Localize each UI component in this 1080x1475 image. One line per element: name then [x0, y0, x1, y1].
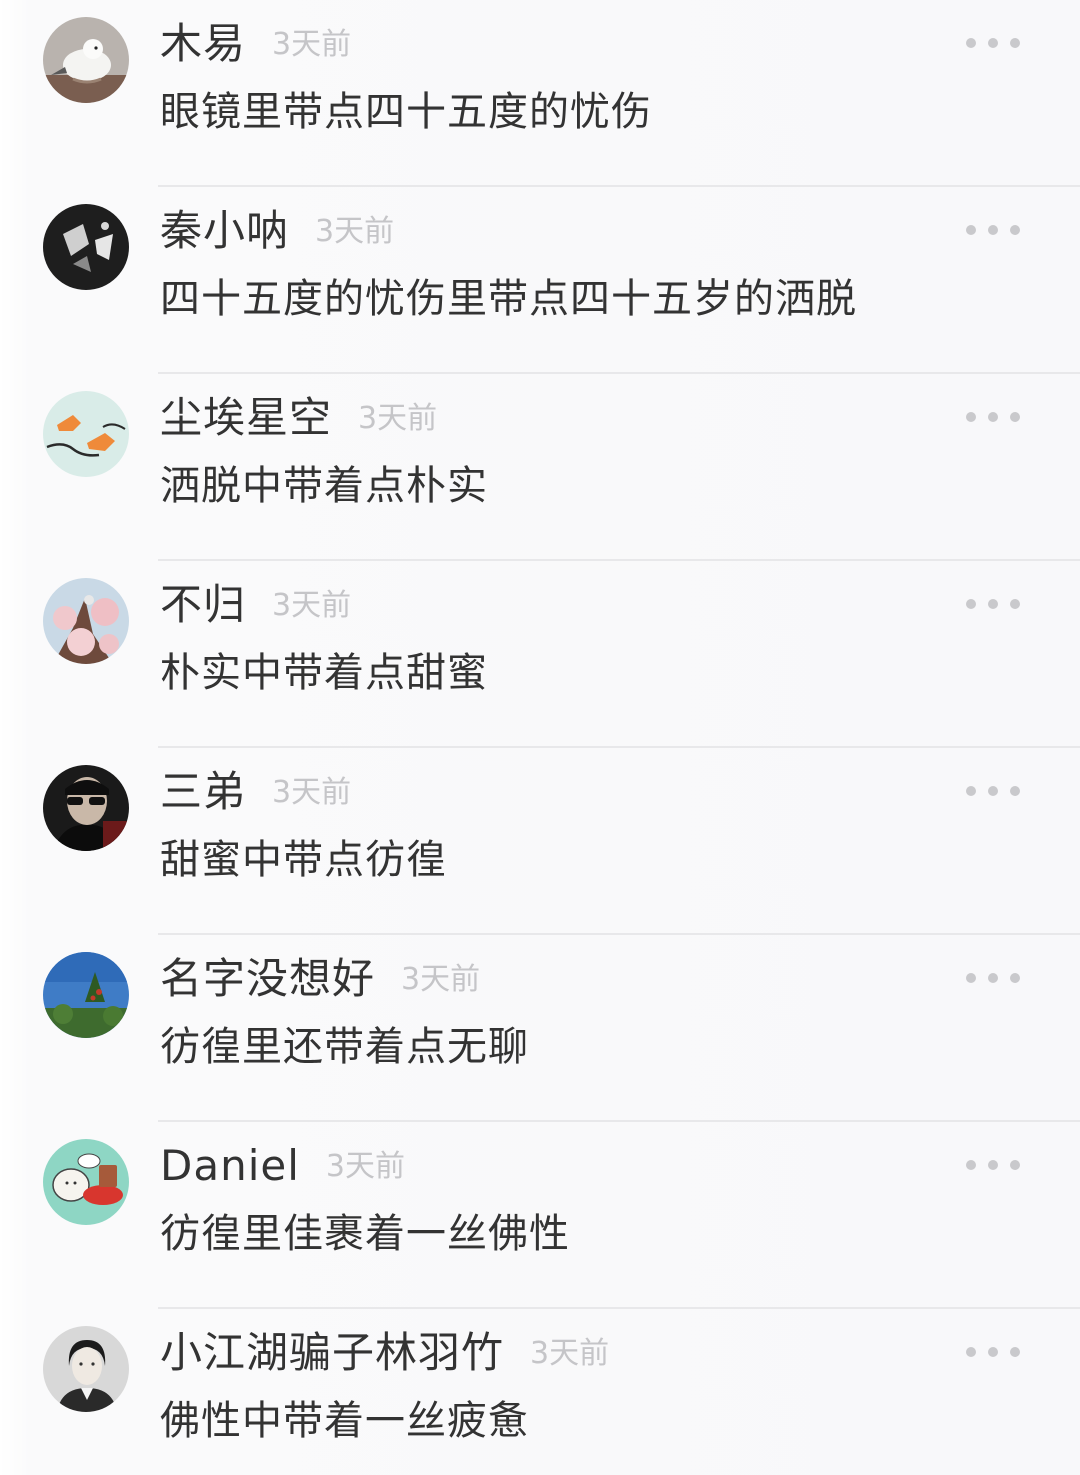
comment-text: 眼镜里带点四十五度的忧伤 [160, 89, 652, 135]
comment-text: 甜蜜中带点彷徨 [160, 837, 447, 883]
comment-item: 尘埃星空 3天前 洒脱中带着点朴实 [0, 374, 1080, 561]
timestamp: 3天前 [272, 588, 352, 623]
timestamp: 3天前 [401, 962, 481, 997]
timestamp: 3天前 [315, 214, 395, 249]
username[interactable]: 三弟 3天前 [160, 766, 351, 819]
username[interactable]: 名字没想好 3天前 [160, 953, 480, 1006]
comment-text: 佛性中带着一丝疲惫 [160, 1398, 529, 1444]
comment-text: 彷徨里还带着点无聊 [160, 1024, 529, 1070]
portrait-sketch-avatar[interactable] [43, 1326, 129, 1412]
timestamp: 3天前 [358, 401, 438, 436]
comment-item: 不归 3天前 朴实中带着点甜蜜 [0, 561, 1080, 748]
more-options-icon[interactable] [966, 30, 1020, 56]
timestamp: 3天前 [272, 775, 352, 810]
comment-item: 木易 3天前 眼镜里带点四十五度的忧伤 [0, 0, 1080, 187]
username[interactable]: 小江湖骗子林羽竹 3天前 [160, 1327, 609, 1380]
more-options-icon[interactable] [966, 1152, 1020, 1178]
more-options-icon[interactable] [966, 965, 1020, 991]
comment-item: 名字没想好 3天前 彷徨里还带着点无聊 [0, 935, 1080, 1122]
dark-photo-avatar[interactable] [43, 204, 129, 290]
sky-tree-avatar[interactable] [43, 952, 129, 1038]
timestamp: 3天前 [530, 1336, 610, 1371]
comment-text: 四十五度的忧伤里带点四十五岁的洒脱 [160, 276, 857, 322]
more-options-icon[interactable] [966, 217, 1020, 243]
username[interactable]: 尘埃星空 3天前 [160, 392, 437, 445]
username[interactable]: Daniel 3天前 [160, 1140, 405, 1193]
bird-avatar[interactable] [43, 17, 129, 103]
username[interactable]: 木易 3天前 [160, 18, 351, 71]
comment-item: 秦小呐 3天前 四十五度的忧伤里带点四十五岁的洒脱 [0, 187, 1080, 374]
more-options-icon[interactable] [966, 404, 1020, 430]
timestamp: 3天前 [272, 27, 352, 62]
sunglasses-person-avatar[interactable] [43, 765, 129, 851]
comment-text: 朴实中带着点甜蜜 [160, 650, 488, 696]
more-options-icon[interactable] [966, 778, 1020, 804]
comment-item: Daniel 3天前 彷徨里佳裹着一丝佛性 [0, 1122, 1080, 1309]
cartoon-avatar[interactable] [43, 1139, 129, 1225]
comment-item: 小江湖骗子林羽竹 3天前 佛性中带着一丝疲惫 [0, 1309, 1080, 1475]
timestamp: 3天前 [325, 1149, 405, 1184]
username[interactable]: 不归 3天前 [160, 579, 351, 632]
more-options-icon[interactable] [966, 591, 1020, 617]
comment-list: 木易 3天前 眼镜里带点四十五度的忧伤 秦小呐 3天前 四十五度的忧伤里带点四十五岁… [0, 0, 1080, 1475]
more-options-icon[interactable] [966, 1339, 1020, 1365]
username[interactable]: 秦小呐 3天前 [160, 205, 394, 258]
comment-text: 洒脱中带着点朴实 [160, 463, 488, 509]
fox-avatar[interactable] [43, 391, 129, 477]
blossom-avatar[interactable] [43, 578, 129, 664]
comment-item: 三弟 3天前 甜蜜中带点彷徨 [0, 748, 1080, 935]
comment-text: 彷徨里佳裹着一丝佛性 [160, 1211, 570, 1257]
